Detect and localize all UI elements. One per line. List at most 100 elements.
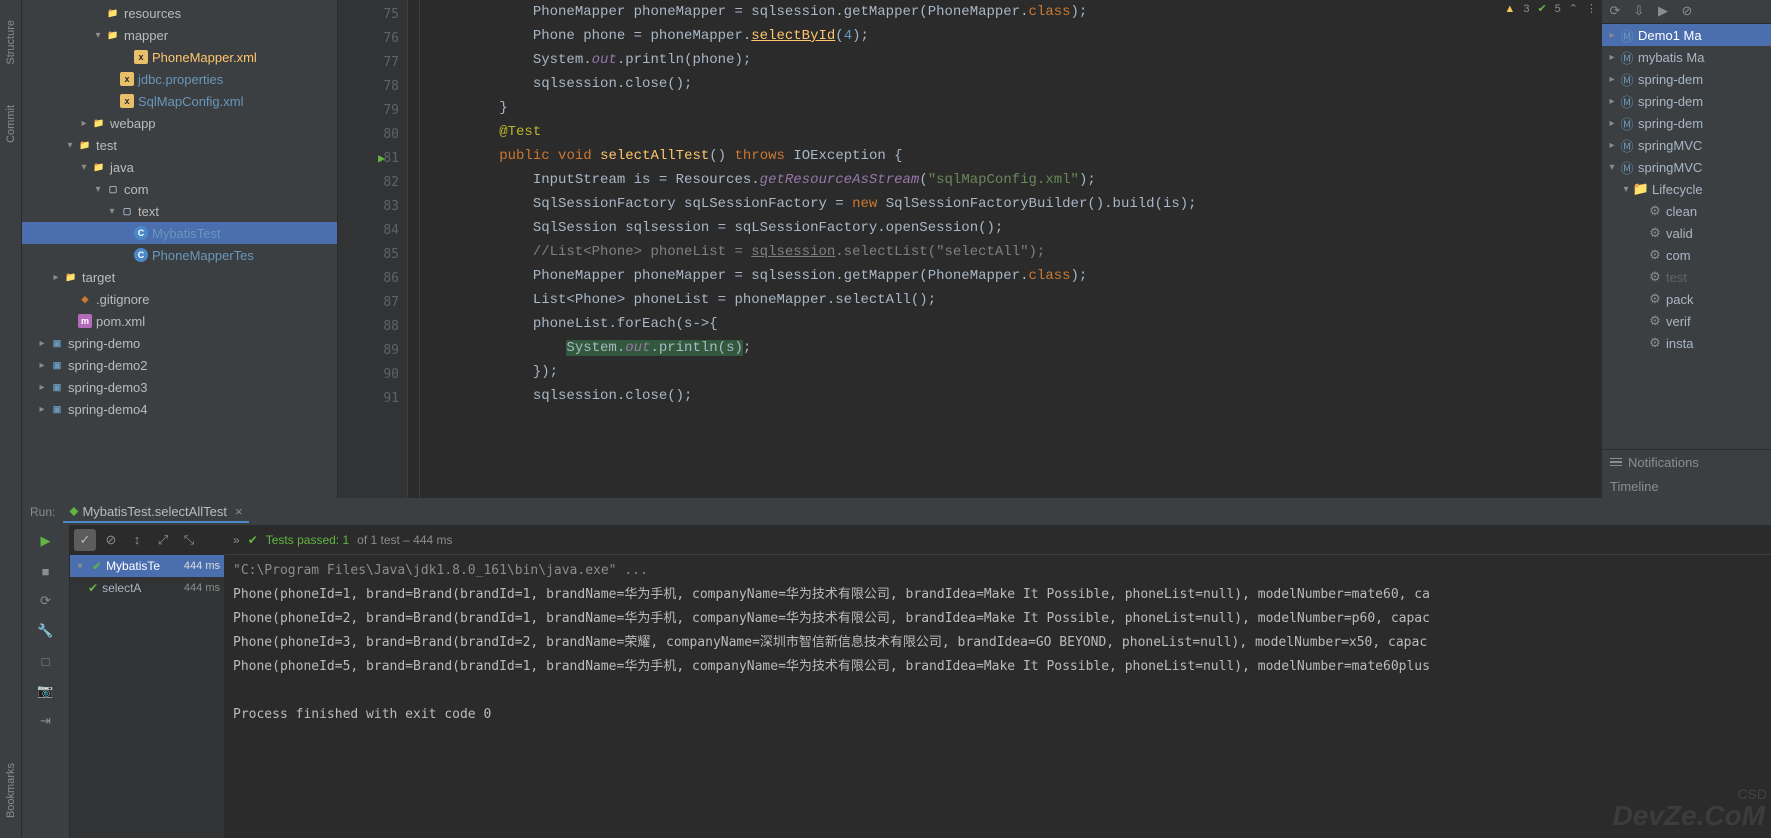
code-line[interactable]: sqlsession.close();: [432, 72, 1601, 96]
rerun-button[interactable]: ▶: [34, 529, 58, 553]
tree-item[interactable]: ▾▢com: [22, 178, 337, 200]
line-number[interactable]: 75: [338, 2, 407, 26]
line-number[interactable]: ▶81: [338, 146, 407, 170]
collapse-button[interactable]: ⤡: [178, 529, 200, 551]
maven-item[interactable]: ⚙verif: [1602, 310, 1771, 332]
maven-item[interactable]: ⚙clean: [1602, 200, 1771, 222]
maven-item[interactable]: ▸ⓂDemo1 Ma: [1602, 24, 1771, 46]
tree-item[interactable]: ▸▣spring-demo4: [22, 398, 337, 420]
chevron-icon[interactable]: ▾: [64, 140, 76, 151]
chevron-icon[interactable]: ▾: [1606, 162, 1618, 173]
fold-column[interactable]: [408, 0, 420, 498]
chevron-icon[interactable]: ▸: [1606, 30, 1618, 41]
inspection-status[interactable]: ▲3 ✔5 ⌃ ⋮: [1504, 2, 1597, 15]
line-number[interactable]: 91: [338, 386, 407, 410]
code-line[interactable]: });: [432, 360, 1601, 384]
notifications-section[interactable]: Notifications: [1602, 450, 1771, 474]
code-line[interactable]: PhoneMapper phoneMapper = sqlsession.get…: [432, 0, 1601, 24]
maven-item[interactable]: ⚙com: [1602, 244, 1771, 266]
chevron-icon[interactable]: ▸: [1606, 118, 1618, 129]
tree-item[interactable]: CMybatisTest: [22, 222, 337, 244]
test-node[interactable]: ✔selectA444 ms: [70, 577, 224, 599]
chevron-icon[interactable]: ▸: [78, 118, 90, 129]
line-number[interactable]: 84: [338, 218, 407, 242]
prev-test-icon[interactable]: »: [233, 533, 240, 547]
console-output[interactable]: "C:\Program Files\Java\jdk1.8.0_161\bin\…: [225, 555, 1771, 838]
tree-item[interactable]: xSqlMapConfig.xml: [22, 90, 337, 112]
chevron-icon[interactable]: ▸: [36, 360, 48, 371]
line-number[interactable]: 88: [338, 314, 407, 338]
line-number[interactable]: 79: [338, 98, 407, 122]
maven-item[interactable]: ⚙valid: [1602, 222, 1771, 244]
code-line[interactable]: System.out.println(phone);: [432, 48, 1601, 72]
tree-item[interactable]: ▸▣spring-demo2: [22, 354, 337, 376]
tree-item[interactable]: ▸📁target: [22, 266, 337, 288]
line-number[interactable]: 86: [338, 266, 407, 290]
maven-item[interactable]: ▸Ⓜspring-dem: [1602, 90, 1771, 112]
bookmarks-tool[interactable]: Bookmarks: [5, 763, 17, 818]
chevron-icon[interactable]: ▸: [36, 338, 48, 349]
download-icon[interactable]: ⇩: [1630, 2, 1648, 20]
maven-item[interactable]: ▸Ⓜspring-dem: [1602, 68, 1771, 90]
line-number[interactable]: 85: [338, 242, 407, 266]
run-maven-icon[interactable]: ▶: [1654, 2, 1672, 20]
code-line[interactable]: //List<Phone> phoneList = sqlsession.sel…: [432, 240, 1601, 264]
chevron-icon[interactable]: ▸: [1606, 140, 1618, 151]
maven-item[interactable]: ▾ⓂspringMVC: [1602, 156, 1771, 178]
console[interactable]: "C:\Program Files\Java\jdk1.8.0_161\bin\…: [225, 555, 1771, 838]
tree-item[interactable]: ▾📁mapper: [22, 24, 337, 46]
tree-item[interactable]: ▾▢text: [22, 200, 337, 222]
tree-item[interactable]: xjdbc.properties: [22, 68, 337, 90]
timeline-section[interactable]: Timeline: [1602, 474, 1771, 498]
maven-item[interactable]: ⚙pack: [1602, 288, 1771, 310]
tree-item[interactable]: ▾📁test: [22, 134, 337, 156]
code-line[interactable]: List<Phone> phoneList = phoneMapper.sele…: [432, 288, 1601, 312]
code-line[interactable]: System.out.println(s);: [432, 336, 1601, 360]
pin-button[interactable]: □: [34, 649, 58, 673]
reload-icon[interactable]: ⟳: [1606, 2, 1624, 20]
test-node[interactable]: ▾✔MybatisTe444 ms: [70, 555, 224, 577]
code-line[interactable]: public void selectAllTest() throws IOExc…: [432, 144, 1601, 168]
chevron-icon[interactable]: ▸: [50, 272, 62, 283]
code-editor[interactable]: ▲3 ✔5 ⌃ ⋮ 757677787980▶81828384858687888…: [338, 0, 1601, 498]
code-area[interactable]: PhoneMapper phoneMapper = sqlsession.get…: [420, 0, 1601, 498]
structure-tool[interactable]: Structure: [5, 20, 17, 65]
chevron-icon[interactable]: ▸: [1606, 52, 1618, 63]
exit-button[interactable]: ⇥: [34, 709, 58, 733]
maven-item[interactable]: ▾📁Lifecycle: [1602, 178, 1771, 200]
more-icon[interactable]: ⋮: [1586, 2, 1597, 15]
chevron-icon[interactable]: ▸: [1606, 74, 1618, 85]
line-number[interactable]: 80: [338, 122, 407, 146]
highlight-indicator-icon[interactable]: ⌃: [1569, 2, 1578, 15]
tree-item[interactable]: CPhoneMapperTes: [22, 244, 337, 266]
code-line[interactable]: Phone phone = phoneMapper.selectById(4);: [432, 24, 1601, 48]
close-tab-icon[interactable]: ×: [235, 504, 243, 519]
line-number[interactable]: 82: [338, 170, 407, 194]
show-passed-button[interactable]: ✓: [74, 529, 96, 551]
chevron-icon[interactable]: ▾: [106, 206, 118, 217]
code-line[interactable]: @Test: [432, 120, 1601, 144]
tree-item[interactable]: ◆.gitignore: [22, 288, 337, 310]
maven-tree[interactable]: ▸ⓂDemo1 Ma▸Ⓜmybatis Ma▸Ⓜspring-dem▸Ⓜspri…: [1602, 24, 1771, 449]
code-line[interactable]: PhoneMapper phoneMapper = sqlsession.get…: [432, 264, 1601, 288]
camera-button[interactable]: 📷: [34, 679, 58, 703]
code-line[interactable]: sqlsession.close();: [432, 384, 1601, 408]
expand-button[interactable]: ⤢: [152, 529, 174, 551]
settings-button[interactable]: 🔧: [34, 619, 58, 643]
chevron-icon[interactable]: ▾: [92, 30, 104, 41]
line-number[interactable]: 90: [338, 362, 407, 386]
line-number[interactable]: 78: [338, 74, 407, 98]
tree-item[interactable]: ▸▣spring-demo: [22, 332, 337, 354]
test-tree[interactable]: ▾✔MybatisTe444 ms✔selectA444 ms: [70, 555, 225, 838]
maven-item[interactable]: ⚙insta: [1602, 332, 1771, 354]
maven-item[interactable]: ▸Ⓜmybatis Ma: [1602, 46, 1771, 68]
project-tree[interactable]: 📁resources▾📁mapperxPhoneMapper.xmlxjdbc.…: [22, 0, 338, 498]
tree-item[interactable]: xPhoneMapper.xml: [22, 46, 337, 68]
tree-item[interactable]: ▸📁webapp: [22, 112, 337, 134]
code-line[interactable]: }: [432, 96, 1601, 120]
toggle-auto-test-button[interactable]: ⟳: [34, 589, 58, 613]
toggle-offline-icon[interactable]: ⊘: [1678, 2, 1696, 20]
chevron-icon[interactable]: ▸: [36, 404, 48, 415]
stop-button[interactable]: ■: [34, 559, 58, 583]
chevron-icon[interactable]: ▾: [92, 184, 104, 195]
